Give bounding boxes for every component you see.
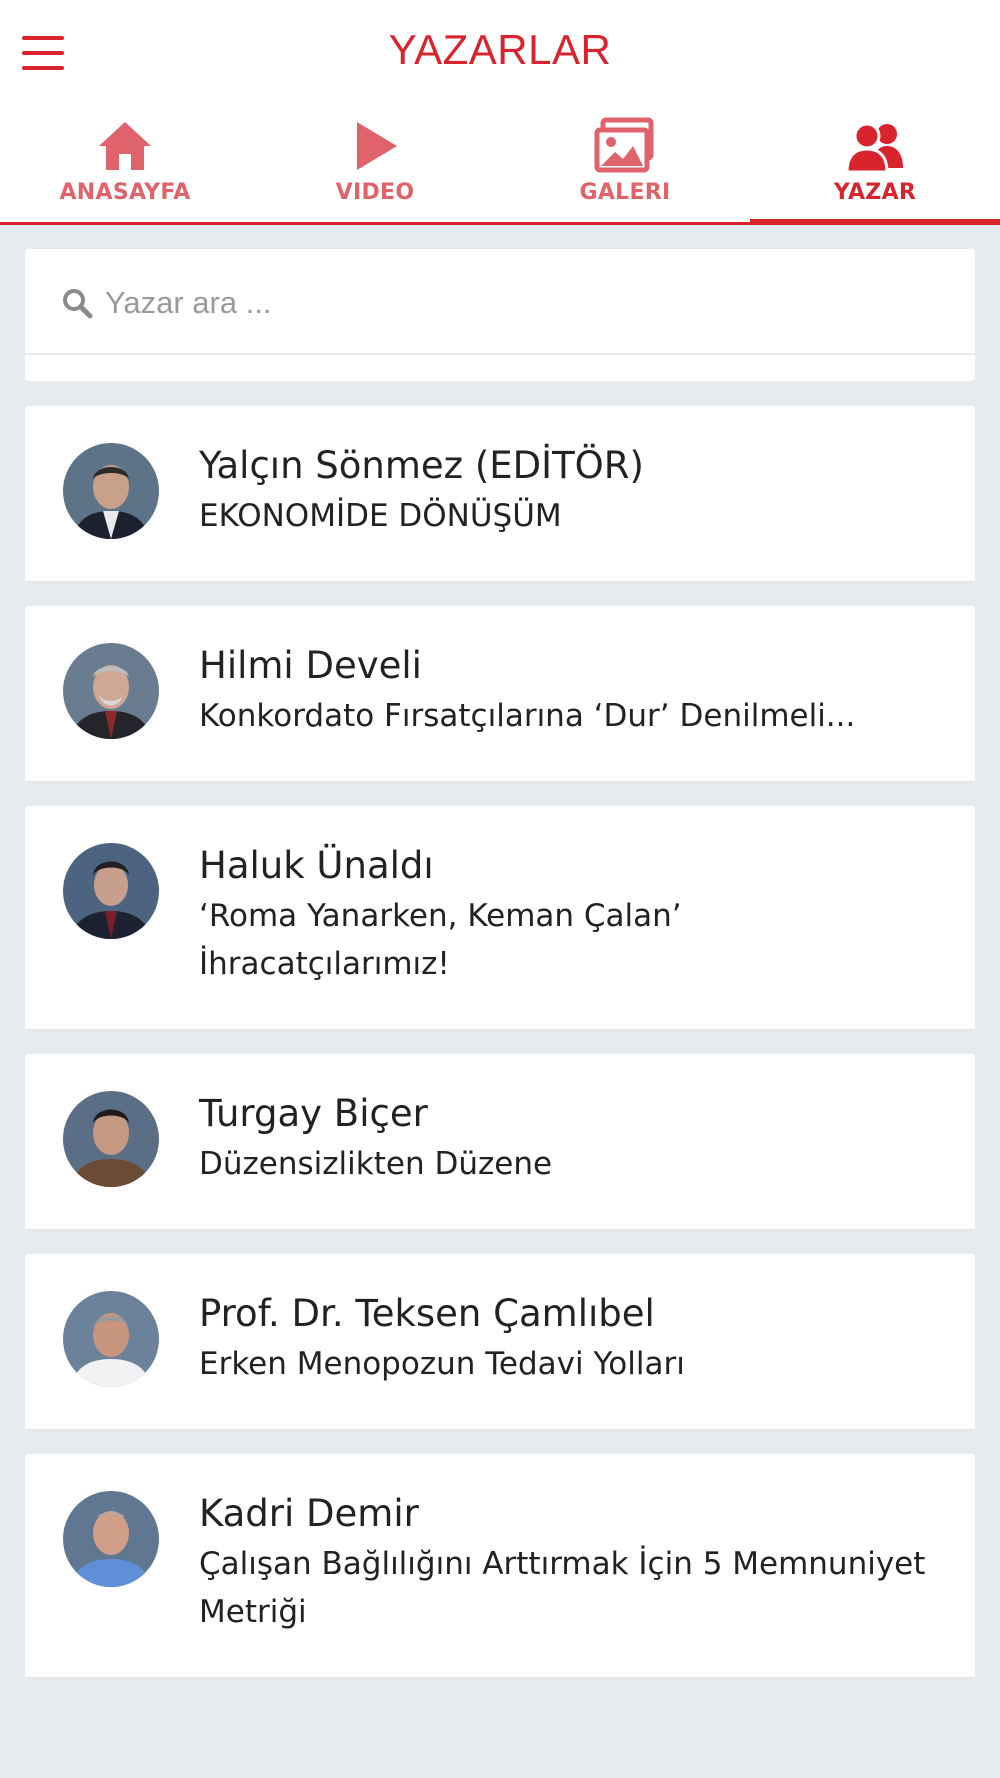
author-list: Yalçın Sönmez (EDİTÖR) EKONOMİDE DÖNÜŞÜM… [25, 406, 975, 1702]
search-input[interactable] [105, 275, 945, 331]
gallery-icon [594, 117, 654, 173]
author-name: Kadri Demir [199, 1492, 419, 1535]
author-name: Prof. Dr. Teksen Çamlıbel [199, 1292, 655, 1335]
tab-yazar[interactable]: YAZAR [750, 108, 1000, 225]
author-name: Turgay Biçer [199, 1092, 428, 1135]
play-icon [357, 122, 397, 170]
author-article-title: EKONOMİDE DÖNÜŞÜM [199, 498, 562, 534]
author-article-title: Düzensizlikten Düzene [199, 1146, 553, 1182]
author-avatar [63, 443, 159, 539]
search-row [25, 249, 975, 355]
tab-label: YAZAR [833, 180, 917, 205]
top-bar: YAZARLAR ANASAYFA VIDEO GALERI YAZAR [0, 0, 1000, 225]
page-title: YAZARLAR [388, 26, 612, 73]
author-list-item[interactable]: Prof. Dr. Teksen Çamlıbel Erken Menopozu… [25, 1254, 975, 1431]
author-avatar [63, 843, 159, 939]
author-name: Yalçın Sönmez (EDİTÖR) [199, 444, 644, 487]
tab-label: GALERI [579, 180, 671, 205]
home-icon [99, 122, 151, 170]
author-article-title: Konkordato Fırsatçılarına ‘Dur’ Denilmel… [199, 698, 856, 734]
author-list-item[interactable]: Haluk Ünaldı ‘Roma Yanarken, Keman Çalan… [25, 806, 975, 1031]
author-avatar [63, 1091, 159, 1187]
author-list-item[interactable]: Kadri Demir Çalışan Bağlılığını Arttırma… [25, 1454, 975, 1679]
author-list-item[interactable]: Yalçın Sönmez (EDİTÖR) EKONOMİDE DÖNÜŞÜM [25, 406, 975, 583]
tab-video[interactable]: VIDEO [250, 108, 500, 222]
author-list-item[interactable]: Hilmi Develi Konkordato Fırsatçılarına ‘… [25, 606, 975, 783]
author-avatar [63, 1291, 159, 1387]
tab-galeri[interactable]: GALERI [500, 108, 750, 222]
authors-icon [845, 122, 903, 174]
search-card [25, 249, 975, 381]
author-avatar [63, 1491, 159, 1587]
tab-anasayfa[interactable]: ANASAYFA [0, 108, 250, 222]
search-icon [63, 289, 93, 319]
author-article-title: Çalışan Bağlılığını Arttırmak İçin 5 Mem… [199, 1546, 926, 1630]
author-list-item[interactable]: Turgay Biçer Düzensizlikten Düzene [25, 1054, 975, 1231]
tab-label: VIDEO [335, 180, 415, 205]
author-avatar [63, 643, 159, 739]
tab-label: ANASAYFA [59, 180, 191, 205]
author-article-title: Erken Menopozun Tedavi Yolları [199, 1346, 685, 1382]
author-name: Hilmi Develi [199, 644, 422, 687]
author-article-title: ‘Roma Yanarken, Keman Çalan’ İhracatçıla… [199, 898, 682, 982]
tab-bar: ANASAYFA VIDEO GALERI YAZAR [0, 108, 1000, 225]
author-name: Haluk Ünaldı [199, 844, 434, 887]
